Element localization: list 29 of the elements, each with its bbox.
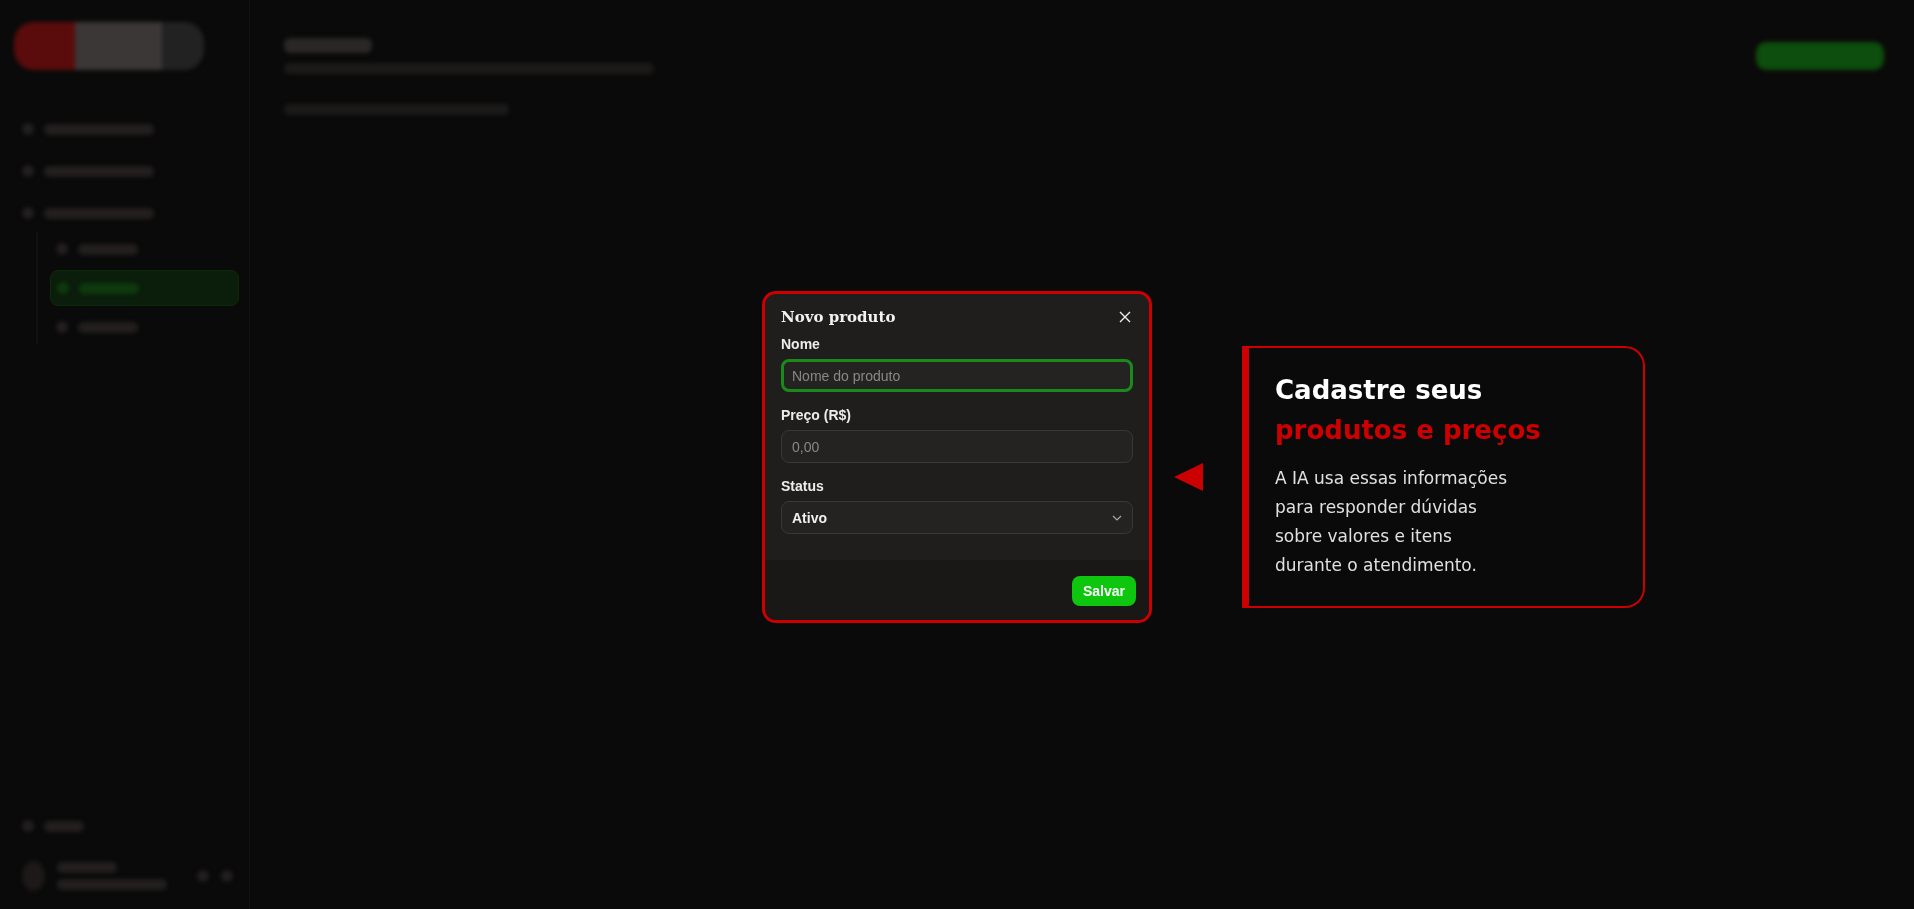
field-label: Preço (R$) — [781, 407, 853, 423]
blurred-icon — [56, 321, 68, 333]
blurred-text — [79, 282, 139, 294]
blurred-icon — [22, 820, 34, 832]
close-icon — [1119, 311, 1131, 323]
blurred-icon — [57, 282, 69, 294]
blurred-icon — [22, 123, 34, 135]
blurred-icon — [56, 243, 68, 255]
status-dropdown[interactable]: Ativo — [781, 501, 1133, 534]
input-field[interactable]: Nome do produto — [781, 359, 1133, 392]
blurred-text — [44, 820, 84, 832]
blurred-text — [78, 321, 138, 333]
blurred-icon[interactable] — [221, 870, 233, 882]
input-field[interactable]: 0,00 — [781, 430, 1133, 463]
callout-text: A IA usa essas informações para responder dúvidas sobre valores e itens durante o atendimento. — [1275, 467, 1508, 577]
nav-item[interactable] — [50, 270, 239, 306]
blurred-button[interactable] — [1756, 42, 1884, 70]
blurred-icon[interactable] — [197, 870, 209, 882]
dialog-title: Novo produto — [781, 308, 896, 326]
close-button[interactable] — [1117, 309, 1133, 325]
blurred-icon — [22, 207, 34, 219]
chevron-down-icon — [1112, 514, 1122, 521]
blurred-text — [57, 862, 117, 873]
callout-title: Cadastre seus produtos e preços — [1275, 374, 1541, 447]
blurred-icon — [22, 165, 34, 177]
blurred-text — [78, 243, 138, 255]
field-label: Nome — [781, 336, 821, 352]
pointer-arrow — [1174, 463, 1203, 491]
field-label: Status — [781, 478, 825, 494]
